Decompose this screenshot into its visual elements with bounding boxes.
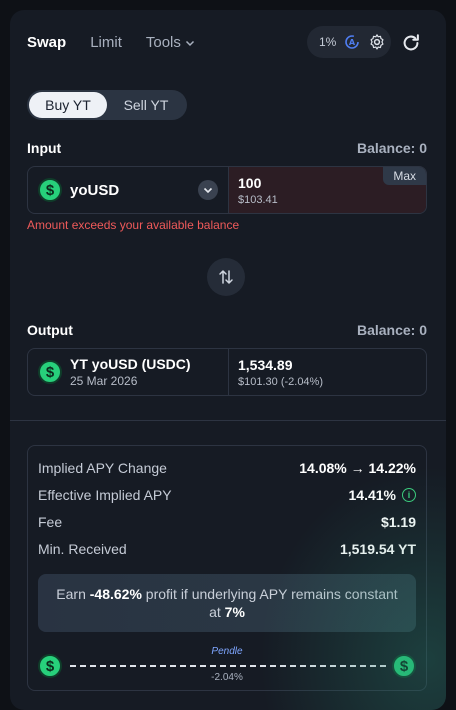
output-balance: Balance: 0 bbox=[356, 322, 427, 338]
input-balance: Balance: 0 bbox=[356, 140, 427, 156]
detail-value-wrap: 14.41% i bbox=[349, 487, 416, 503]
detail-row-effective-implied-apy: Effective Implied APY 14.41% i bbox=[38, 481, 416, 508]
output-label: Output bbox=[27, 322, 73, 338]
input-box: $ yoUSD 100 $103.41 Max bbox=[27, 166, 427, 214]
info-icon[interactable]: i bbox=[402, 487, 416, 502]
tab-tools-label: Tools bbox=[145, 34, 181, 51]
tab-tools[interactable]: Tools bbox=[146, 34, 195, 51]
trade-details-panel: Implied APY Change 14.08% → 14.22% Effec… bbox=[27, 445, 427, 691]
detail-key: Fee bbox=[38, 513, 63, 530]
slippage-value: 1% bbox=[319, 35, 337, 49]
tab-limit[interactable]: Limit bbox=[90, 34, 122, 51]
gear-icon[interactable] bbox=[368, 33, 386, 51]
buy-sell-toggle: Buy YT Sell YT bbox=[27, 90, 187, 120]
detail-row-fee: Fee $1.19 bbox=[38, 508, 416, 535]
balance-error-message: Amount exceeds your available balance bbox=[27, 218, 240, 232]
auto-icon: A bbox=[345, 35, 360, 49]
divider bbox=[10, 420, 446, 421]
refresh-icon[interactable] bbox=[400, 32, 422, 54]
route-percent: -2.04% bbox=[211, 672, 243, 683]
swap-card: Swap Limit Tools 1% A Buy YT Sell YT Inp… bbox=[10, 10, 446, 710]
chevron-down-icon bbox=[185, 40, 194, 46]
detail-key: Min. Received bbox=[38, 540, 127, 557]
detail-key: Effective Implied APY bbox=[38, 486, 172, 503]
swap-route: $ Pendle -2.04% $ bbox=[38, 646, 416, 686]
earn-profit-banner: Earn -48.62% profit if underlying APY re… bbox=[38, 574, 416, 632]
input-label-row: Input Balance: 0 bbox=[27, 140, 427, 156]
input-token-name: yoUSD bbox=[70, 181, 120, 199]
earn-prefix: Earn bbox=[56, 586, 90, 602]
swap-arrows-icon bbox=[219, 270, 233, 284]
earn-mid: profit if underlying APY remains constan… bbox=[141, 586, 398, 620]
output-token[interactable]: $ YT yoUSD (USDC) 25 Mar 2026 bbox=[28, 349, 229, 395]
max-button[interactable]: Max bbox=[383, 167, 426, 185]
detail-value: $1.19 bbox=[380, 513, 416, 530]
sell-yt-button[interactable]: Sell YT bbox=[107, 92, 185, 118]
tab-swap[interactable]: Swap bbox=[27, 34, 66, 51]
detail-value: 1,519.54 YT bbox=[339, 540, 416, 557]
input-amount-usd: $103.41 bbox=[238, 194, 278, 206]
buy-yt-button[interactable]: Buy YT bbox=[29, 92, 107, 118]
detail-row-min-received: Min. Received 1,519.54 YT bbox=[38, 535, 416, 562]
route-line bbox=[70, 665, 386, 667]
detail-value: 14.08% → 14.22% bbox=[299, 459, 416, 476]
detail-value: 14.41% bbox=[348, 486, 396, 503]
route-label: Pendle bbox=[211, 646, 243, 657]
slippage-settings-button[interactable]: 1% A bbox=[307, 26, 391, 58]
input-token-selector[interactable]: $ yoUSD bbox=[28, 167, 229, 213]
dollar-icon: $ bbox=[38, 360, 62, 384]
detail-key: Implied APY Change bbox=[38, 459, 167, 476]
output-maturity: 25 Mar 2026 bbox=[70, 374, 138, 388]
output-box: $ YT yoUSD (USDC) 25 Mar 2026 1,534.89 $… bbox=[27, 348, 427, 396]
tab-swap-label: Swap bbox=[27, 34, 67, 51]
output-amount: 1,534.89 bbox=[238, 357, 293, 373]
output-amount-usd: $101.30 (-2.04%) bbox=[238, 376, 323, 388]
dollar-icon: $ bbox=[392, 654, 416, 678]
earn-value: -48.62% bbox=[89, 586, 142, 602]
swap-direction-button[interactable] bbox=[207, 258, 245, 296]
top-tabs: Swap Limit Tools bbox=[27, 34, 195, 51]
input-amount-field[interactable]: 100 $103.41 Max bbox=[229, 167, 426, 213]
output-amount-field: 1,534.89 $101.30 (-2.04%) bbox=[229, 349, 426, 395]
token-dropdown-button[interactable] bbox=[198, 180, 218, 200]
detail-row-implied-apy-change: Implied APY Change 14.08% → 14.22% bbox=[38, 454, 416, 481]
svg-text:A: A bbox=[349, 38, 356, 47]
output-label-row: Output Balance: 0 bbox=[27, 322, 427, 338]
input-label: Input bbox=[27, 140, 62, 156]
output-token-name: YT yoUSD (USDC) bbox=[70, 356, 191, 372]
earn-apy: 7% bbox=[224, 604, 245, 620]
dollar-icon: $ bbox=[38, 178, 62, 202]
chevron-down-icon bbox=[203, 187, 213, 194]
tab-limit-label: Limit bbox=[90, 34, 122, 51]
